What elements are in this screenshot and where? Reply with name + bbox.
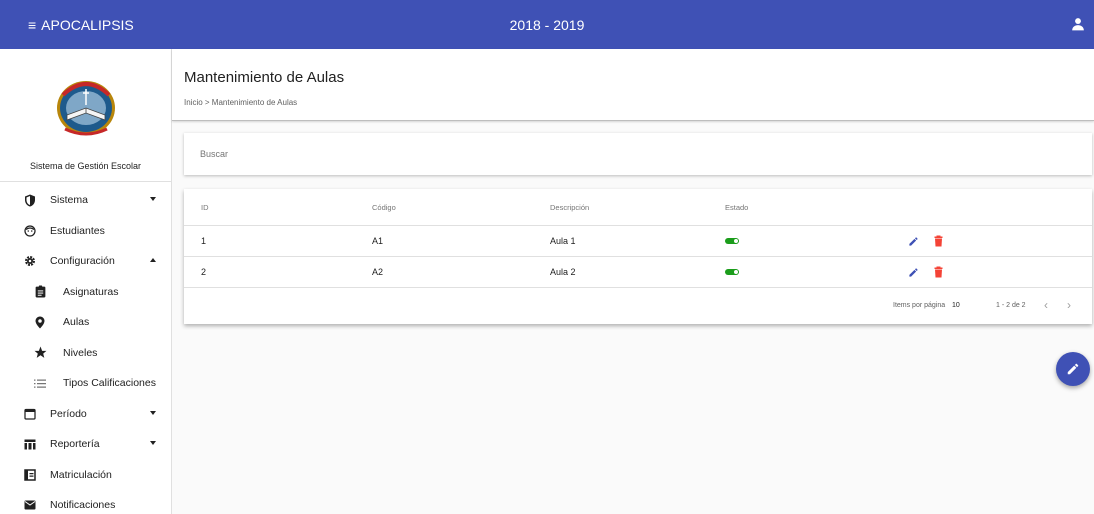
edit-button[interactable]: [907, 235, 920, 248]
column-header-code[interactable]: Código: [372, 189, 396, 225]
page-title: Mantenimiento de Aulas: [184, 69, 345, 86]
main-content: Mantenimiento de Aulas Inicio > Mantenim…: [172, 49, 1094, 514]
app-name: APOCALIPSIS: [41, 16, 134, 33]
trash-icon: [934, 235, 943, 247]
column-header-description[interactable]: Descripción: [550, 189, 589, 225]
cell-id: 1: [201, 236, 207, 246]
sidebar-item-asignaturas[interactable]: Asignaturas: [0, 277, 171, 308]
table-row[interactable]: 2 A2 Aula 2: [184, 257, 1092, 288]
aulas-table: ID Código Descripción Estado 1 A1 Aula 1…: [184, 189, 1092, 324]
chevron-down-icon: [150, 441, 156, 445]
sidebar-item-label: Estudiantes: [50, 224, 105, 237]
items-per-page-label: Items por página: [893, 302, 946, 309]
assignment-icon: [33, 285, 47, 299]
list-icon: [33, 376, 47, 390]
sidebar-item-label: Aulas: [63, 316, 90, 329]
cell-actions: [907, 257, 945, 287]
sidebar-item-label: Configuración: [50, 255, 115, 268]
sidebar-item-label: Notificaciones: [50, 499, 116, 512]
next-page-button[interactable]: ›: [1067, 298, 1071, 312]
system-name: Sistema de Gestión Escolar: [29, 161, 142, 171]
school-logo: [0, 49, 171, 159]
page-range: 1 - 2 de 2: [996, 302, 1026, 309]
column-header-id[interactable]: ID: [201, 189, 209, 225]
cell-actions: [907, 226, 945, 256]
search-card: [184, 133, 1092, 175]
calendar-icon: [23, 407, 37, 421]
registration-icon: [23, 468, 37, 482]
app-toolbar: ≡ APOCALIPSIS 2018 - 2019: [0, 0, 1094, 49]
menu-icon: ≡: [28, 16, 37, 33]
sidebar-item-label: Asignaturas: [63, 285, 119, 298]
shield-icon: [23, 193, 37, 207]
cell-id: 2: [201, 267, 207, 277]
face-icon: [23, 224, 37, 238]
delete-button[interactable]: [932, 266, 945, 279]
sidebar-item-label: Matriculación: [50, 468, 112, 481]
edit-fab-button[interactable]: [1056, 352, 1090, 386]
sidebar-item-label: Reportería: [50, 438, 100, 451]
table-header-row: ID Código Descripción Estado: [184, 189, 1092, 226]
page-header: Mantenimiento de Aulas Inicio > Mantenim…: [172, 49, 1094, 121]
table-icon: [23, 437, 37, 451]
sidebar-item-periodo[interactable]: Período: [0, 399, 171, 430]
chevron-down-icon: [150, 410, 156, 415]
breadcrumb: Inicio > Mantenimiento de Aulas: [184, 98, 298, 107]
column-header-status[interactable]: Estado: [725, 189, 748, 225]
account-icon[interactable]: [1071, 17, 1085, 31]
status-toggle[interactable]: [725, 269, 739, 275]
school-logo-emblem: [56, 81, 115, 136]
paginator: Items por página 10 1 - 2 de 2 ‹ ›: [184, 288, 1092, 324]
cell-status: [725, 257, 739, 287]
sidebar-item-niveles[interactable]: Niveles: [0, 338, 171, 369]
cell-description: Aula 1: [550, 236, 576, 246]
search-input[interactable]: [184, 133, 1092, 175]
page-size-select[interactable]: 10: [952, 302, 960, 309]
sidebar-item-notificaciones[interactable]: Notificaciones: [0, 490, 171, 514]
edit-button[interactable]: [907, 266, 920, 279]
delete-button[interactable]: [932, 235, 945, 248]
status-toggle[interactable]: [725, 238, 739, 244]
sidebar-item-label: Tipos Calificaciones: [63, 377, 156, 390]
cell-status: [725, 226, 739, 256]
sidebar-item-estudiantes[interactable]: Estudiantes: [0, 216, 171, 247]
chevron-up-icon: [150, 258, 156, 262]
sidebar-item-label: Niveles: [63, 346, 98, 359]
pencil-icon: [909, 236, 918, 246]
menu-toggle[interactable]: ≡ APOCALIPSIS: [0, 17, 172, 33]
sidebar-item-label: Período: [50, 407, 87, 420]
sidebar-item-reporteria[interactable]: Reportería: [0, 429, 171, 460]
star-icon: [33, 346, 47, 360]
sidebar-item-tipos-calificaciones[interactable]: Tipos Calificaciones: [0, 368, 171, 399]
chevron-down-icon: [150, 197, 156, 201]
sidebar: Sistema de Gestión Escolar Sistema Estud…: [0, 49, 172, 514]
table-row[interactable]: 1 A1 Aula 1: [184, 226, 1092, 257]
map-pin-icon: [33, 315, 47, 329]
mail-icon: [23, 498, 37, 512]
pencil-icon: [909, 267, 918, 277]
gear-icon: [23, 254, 37, 268]
trash-icon: [934, 266, 943, 278]
sidebar-item-matriculacion[interactable]: Matriculación: [0, 460, 171, 491]
sidebar-item-configuracion[interactable]: Configuración: [0, 246, 171, 277]
prev-page-button[interactable]: ‹: [1044, 298, 1048, 312]
pencil-icon: [1067, 363, 1079, 375]
sidebar-item-sistema[interactable]: Sistema: [0, 185, 171, 216]
sidebar-item-label: Sistema: [50, 194, 88, 207]
cell-description: Aula 2: [550, 267, 576, 277]
sidebar-item-aulas[interactable]: Aulas: [0, 307, 171, 338]
cell-code: A2: [372, 267, 384, 277]
cell-code: A1: [372, 236, 384, 246]
sidebar-nav: Sistema Estudiantes Configuración Asigna…: [0, 182, 171, 514]
